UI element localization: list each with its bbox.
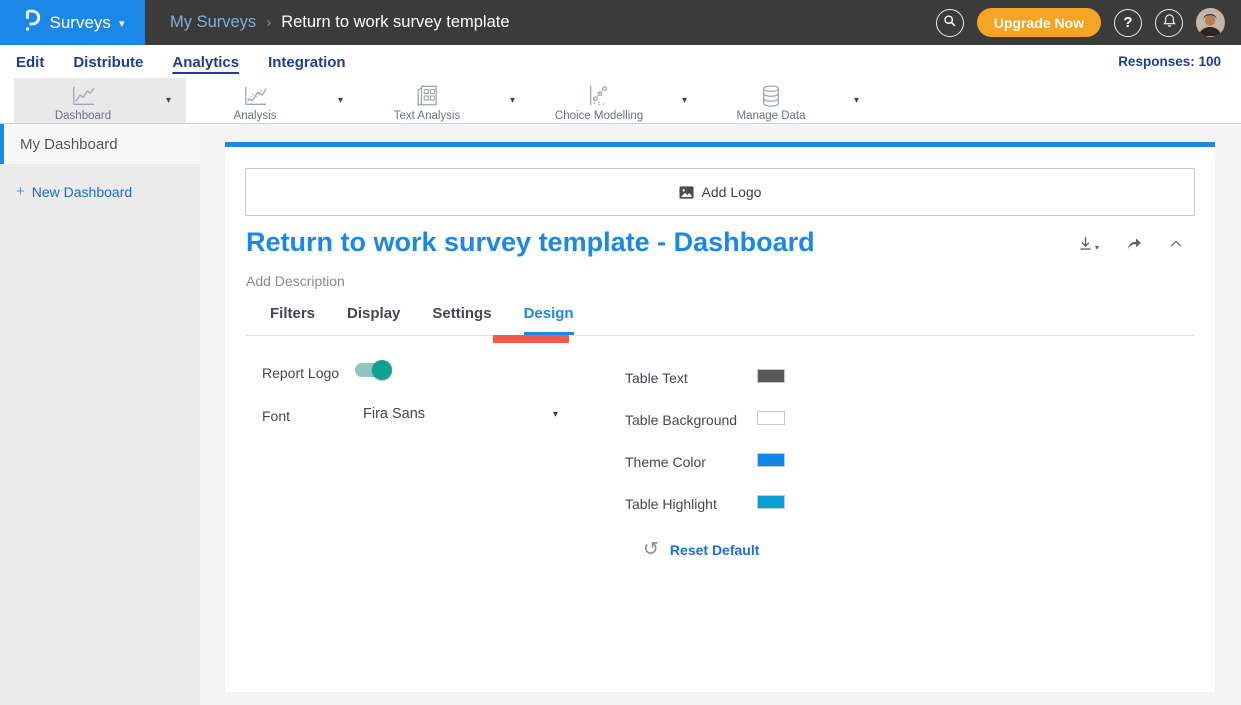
breadcrumb-separator-icon: ›	[266, 14, 271, 31]
chevron-down-icon[interactable]: ▾	[854, 95, 859, 106]
user-avatar[interactable]	[1196, 8, 1225, 37]
toolbar-item-label: Analysis	[234, 110, 277, 122]
product-switcher[interactable]: Surveys ▾	[0, 0, 145, 45]
add-logo-label: Add Logo	[702, 184, 762, 200]
chevron-down-icon: ▾	[119, 17, 125, 30]
nav-item-distribute[interactable]: Distribute	[73, 52, 143, 71]
font-selected-value: Fira Sans	[363, 406, 425, 422]
subnav-items: Edit Distribute Analytics Integration	[16, 52, 346, 71]
product-label: Surveys	[50, 13, 111, 33]
upgrade-now-button[interactable]: Upgrade Now	[977, 8, 1101, 37]
notifications-button[interactable]	[1155, 9, 1183, 37]
add-description-field[interactable]: Add Description	[246, 273, 345, 289]
add-logo-button[interactable]: Add Logo	[245, 168, 1195, 216]
new-dashboard-button[interactable]: + New Dashboard	[16, 183, 200, 200]
breadcrumb: My Surveys › Return to work survey templ…	[170, 13, 510, 32]
trend-chart-icon	[240, 84, 270, 108]
database-icon	[758, 84, 784, 108]
top-header-bar: Surveys ▾ My Surveys › Return to work su…	[0, 0, 1241, 45]
search-icon	[943, 14, 957, 32]
bell-icon	[1162, 13, 1177, 32]
toolbar-item-label: Choice Modelling	[555, 110, 643, 122]
toolbar-item-dashboard[interactable]: Dashboard ▾	[14, 78, 186, 123]
table-text-label: Table Text	[625, 370, 688, 386]
body: My Dashboard + New Dashboard Add Logo Re…	[0, 124, 1241, 705]
nav-item-analytics[interactable]: Analytics	[172, 52, 239, 71]
chevron-down-icon[interactable]: ▾	[682, 95, 687, 106]
plus-icon: +	[16, 183, 25, 200]
breadcrumb-my-surveys[interactable]: My Surveys	[170, 13, 256, 32]
dashboard-tabs: Filters Display Settings Design	[245, 299, 1195, 336]
dashboard-sidebar: My Dashboard + New Dashboard	[0, 124, 200, 705]
toolbar-item-label: Dashboard	[55, 110, 111, 122]
toolbar-item-text-analysis[interactable]: Text Analysis ▾	[358, 78, 530, 123]
toolbar-item-choice-modelling[interactable]: Choice Modelling ▾	[530, 78, 702, 123]
chevron-down-icon[interactable]: ▾	[338, 95, 343, 106]
tab-settings[interactable]: Settings	[432, 299, 491, 335]
reset-icon: ↺	[643, 542, 659, 558]
chevron-down-icon: ▾	[553, 409, 558, 420]
reset-default-label: Reset Default	[670, 542, 759, 558]
nav-item-edit[interactable]: Edit	[16, 52, 44, 71]
theme-color-swatch[interactable]	[757, 453, 785, 467]
image-icon	[679, 185, 694, 200]
toolbar-item-analysis[interactable]: Analysis ▾	[186, 78, 358, 123]
survey-section-nav: Edit Distribute Analytics Integration Re…	[0, 45, 1241, 78]
main-content-area: Add Logo Return to work survey template …	[200, 124, 1241, 705]
nav-item-integration[interactable]: Integration	[268, 52, 346, 71]
table-background-label: Table Background	[625, 412, 737, 428]
download-button[interactable]: ▾	[1077, 235, 1099, 252]
search-button[interactable]	[936, 9, 964, 37]
sidebar-item-my-dashboard[interactable]: My Dashboard	[0, 124, 200, 164]
question-mark-icon: ?	[1123, 14, 1132, 31]
reset-default-button[interactable]: ↺ Reset Default	[643, 542, 759, 558]
table-background-color-swatch[interactable]	[757, 411, 785, 425]
sidebar-item-label: My Dashboard	[20, 136, 118, 153]
breadcrumb-current: Return to work survey template	[281, 13, 509, 32]
chevron-down-icon: ▾	[1095, 243, 1099, 252]
toolbar-item-label: Text Analysis	[394, 110, 460, 122]
table-highlight-color-swatch[interactable]	[757, 495, 785, 509]
chevron-down-icon[interactable]: ▾	[166, 95, 171, 106]
toolbar-item-manage-data[interactable]: Manage Data ▾	[702, 78, 874, 123]
document-grid-icon	[413, 84, 441, 108]
topbar-actions: Upgrade Now ?	[936, 8, 1241, 37]
collapse-chevron-button[interactable]	[1169, 239, 1183, 248]
chevron-down-icon[interactable]: ▾	[510, 95, 515, 106]
theme-color-label: Theme Color	[625, 454, 706, 470]
tab-design[interactable]: Design	[524, 299, 574, 335]
analytics-toolbar: Dashboard ▾ Analysis ▾ Text Analysis ▾	[0, 78, 1241, 124]
table-text-color-swatch[interactable]	[757, 369, 785, 383]
app-window: Surveys ▾ My Surveys › Return to work su…	[0, 0, 1241, 705]
page-title: Return to work survey template - Dashboa…	[246, 227, 815, 258]
toggle-knob	[372, 360, 392, 380]
help-button[interactable]: ?	[1114, 9, 1142, 37]
tab-filters[interactable]: Filters	[270, 299, 315, 335]
responses-count[interactable]: Responses: 100	[1118, 54, 1221, 69]
line-chart-icon	[68, 84, 98, 108]
report-logo-label: Report Logo	[262, 365, 339, 381]
toolbar-item-label: Manage Data	[736, 110, 805, 122]
questionpro-logo-icon	[21, 7, 42, 38]
tab-display[interactable]: Display	[347, 299, 400, 335]
report-logo-toggle[interactable]	[355, 363, 389, 377]
font-dropdown[interactable]: Fira Sans ▾	[363, 402, 558, 426]
dashboard-card: Add Logo Return to work survey template …	[225, 142, 1215, 692]
red-highlight-annotation	[493, 335, 569, 343]
scatter-chart-icon	[585, 84, 613, 108]
dashboard-actions: ▾	[1077, 235, 1183, 252]
font-label: Font	[262, 408, 290, 424]
share-button[interactable]	[1125, 235, 1143, 252]
new-dashboard-label: New Dashboard	[32, 184, 132, 200]
table-highlight-label: Table Highlight	[625, 496, 717, 512]
